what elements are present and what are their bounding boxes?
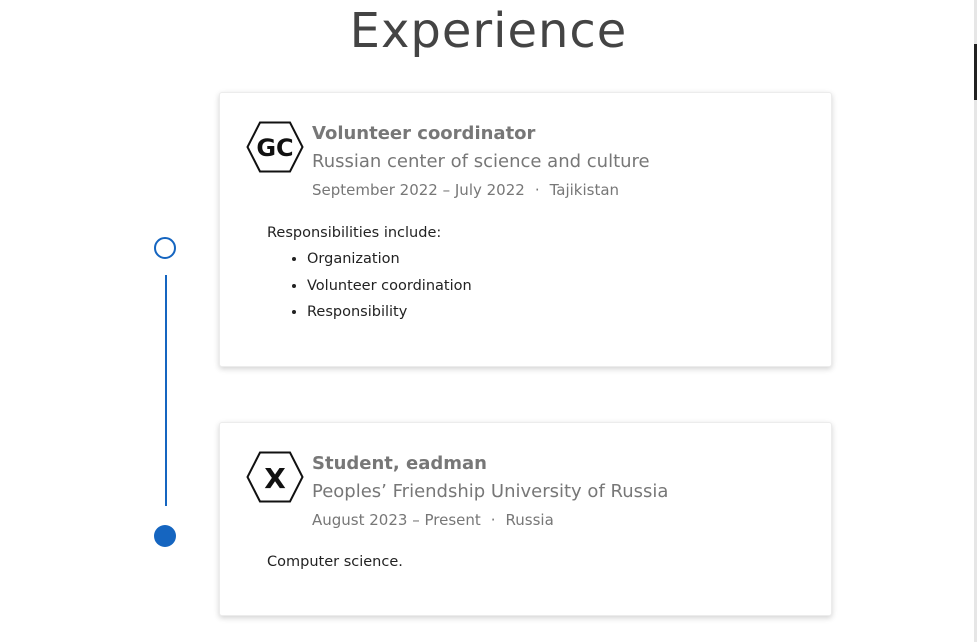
description-text: Computer science.	[267, 554, 403, 570]
list-item: Organization	[307, 250, 811, 268]
job-role: Volunteer coordinator	[312, 123, 536, 144]
organization-name: Peoples’ Friendship University of Russia	[312, 481, 669, 502]
meta-separator: ·	[534, 181, 540, 199]
job-role: Student, eadman	[312, 453, 487, 474]
job-meta: September 2022 – July 2022 · Tajikistan	[312, 181, 815, 199]
responsibility-list: Organization Volunteer coordination Resp…	[267, 250, 811, 321]
job-description: Computer science.	[267, 553, 811, 571]
list-item: Responsibility	[307, 303, 811, 321]
description-text: Responsibilities include:	[267, 225, 442, 241]
job-dates: September 2022 – July 2022	[312, 181, 525, 199]
timeline-dot-filled	[154, 525, 176, 547]
timeline-dot-current	[154, 237, 176, 259]
organization-name: Russian center of science and culture	[312, 151, 650, 172]
logo-text: GC	[256, 134, 293, 162]
job-location: Russia	[505, 511, 554, 529]
meta-separator: ·	[490, 511, 496, 529]
job-meta: August 2023 – Present · Russia	[312, 511, 815, 529]
logo-text: X	[264, 462, 286, 495]
job-description: Responsibilities include: Organization V…	[267, 224, 811, 330]
experience-card: GC Volunteer coordinator Russian center …	[219, 92, 832, 367]
section-title: Experience	[349, 3, 628, 59]
company-logo-gc: GC	[246, 121, 304, 173]
job-location: Tajikistan	[549, 181, 620, 199]
job-dates: August 2023 – Present	[312, 511, 481, 529]
timeline-line	[165, 275, 167, 506]
university-logo-x: X	[246, 451, 304, 503]
list-item: Volunteer coordination	[307, 277, 811, 295]
experience-card: X Student, eadman Peoples’ Friendship Un…	[219, 422, 832, 616]
experience-page: Experience GC Volunteer coordinator Russ…	[0, 0, 977, 642]
